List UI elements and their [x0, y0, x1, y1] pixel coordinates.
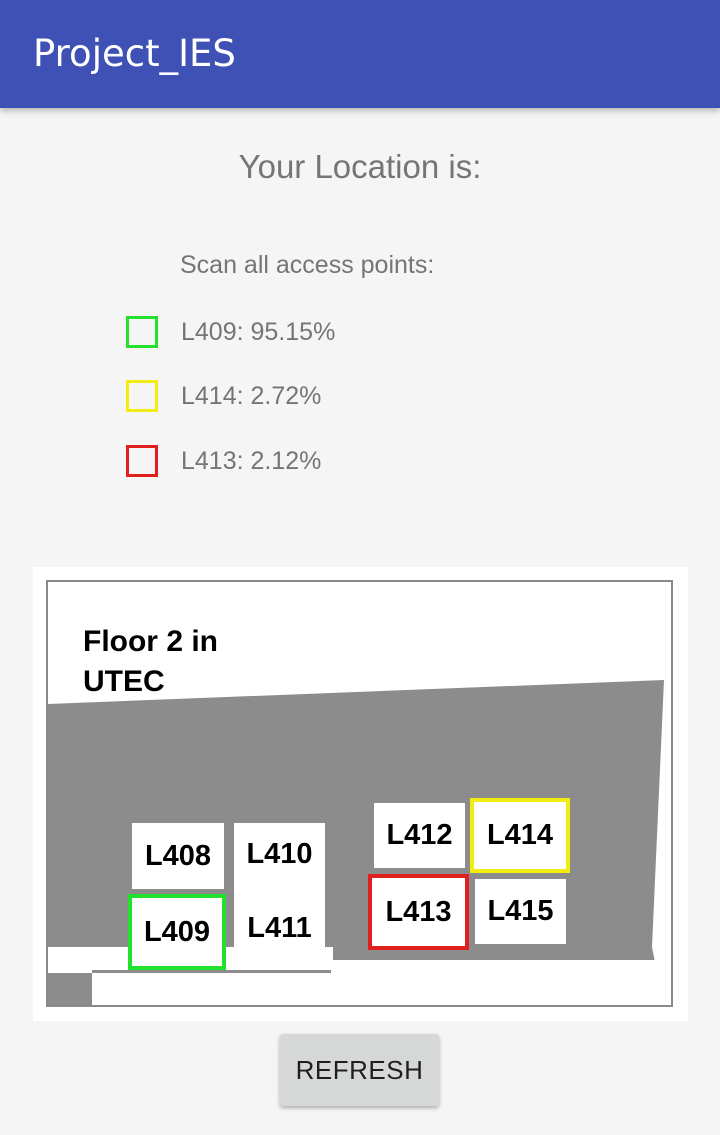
red-square-icon: [126, 445, 158, 477]
floor-map: Floor 2 in UTEC L408 L410 L409 L411 L412…: [46, 580, 673, 1007]
app-title: Project_IES: [33, 32, 236, 75]
room-l415: L415: [475, 879, 566, 944]
room-l409: L409: [128, 894, 226, 970]
app-bar: Project_IES: [0, 0, 720, 108]
access-point-result-text: L413: 2.12%: [181, 447, 322, 475]
room-l414: L414: [470, 798, 570, 873]
green-square-icon: [126, 316, 158, 348]
room-l411: L411: [247, 912, 312, 944]
location-heading: Your Location is:: [238, 148, 482, 185]
floor-title: Floor 2 in UTEC: [83, 625, 218, 698]
room-label: L410: [246, 838, 313, 870]
room-l412: L412: [374, 803, 465, 868]
room-l408: L408: [132, 823, 224, 889]
scan-label: Scan all access points:: [180, 251, 435, 279]
floor-map-card: Floor 2 in UTEC L408 L410 L409 L411 L412…: [33, 567, 688, 1021]
room-l413: L413: [368, 874, 469, 950]
access-point-result-text: L414: 2.72%: [181, 382, 322, 410]
yellow-square-icon: [126, 380, 158, 412]
access-point-result-text: L409: 95.15%: [181, 318, 336, 346]
refresh-button[interactable]: REFRESH: [280, 1034, 439, 1106]
